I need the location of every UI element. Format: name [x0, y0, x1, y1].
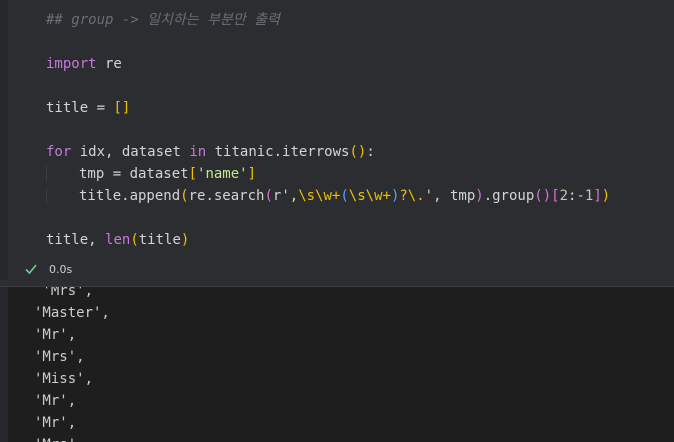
- code-token: (): [534, 188, 552, 204]
- code-token: import: [46, 56, 97, 72]
- code-token: 'name': [197, 166, 248, 182]
- code-token: in: [189, 144, 207, 160]
- code-token: []: [113, 100, 131, 116]
- code-token: idx, dataset: [71, 144, 190, 160]
- code-token: titanic.iterrows: [206, 144, 350, 160]
- code-token: \s\w+: [348, 188, 391, 204]
- code-token: re: [96, 56, 122, 72]
- code-token: 2: [559, 188, 569, 204]
- execution-time: 0.0s: [49, 262, 73, 276]
- code-line[interactable]: title = []: [46, 97, 610, 119]
- cell-gutter: [0, 0, 8, 280]
- code-token: ): [475, 188, 484, 204]
- code-line[interactable]: [46, 119, 610, 141]
- code-token: (: [264, 188, 273, 204]
- code-line[interactable]: title, len(title): [46, 229, 610, 251]
- code-token: -1: [576, 188, 594, 204]
- code-line[interactable]: import re: [46, 53, 610, 75]
- code-token: title.append: [79, 188, 181, 204]
- code-token: ## group -> 일치하는 부분만 출력: [46, 12, 280, 28]
- output-gutter: [0, 287, 8, 442]
- notebook-cell-view: ## group -> 일치하는 부분만 출력 import re title = …: [0, 0, 674, 442]
- cell-divider: [0, 280, 674, 287]
- code-token: :: [366, 144, 375, 160]
- code-token: (: [340, 188, 349, 204]
- code-token: (: [130, 232, 139, 248]
- execution-status: 0.0s: [24, 260, 72, 278]
- code-token: [: [551, 188, 560, 204]
- output-line: 'Mrs',: [34, 434, 110, 442]
- code-editor[interactable]: ## group -> 일치하는 부분만 출력 import re title = …: [46, 9, 611, 251]
- code-line[interactable]: for idx, dataset in titanic.iterrows():: [46, 141, 610, 163]
- output-line: 'Mrs',: [34, 287, 94, 299]
- code-token: ]: [247, 166, 257, 182]
- indent-guide: tmp = dataset['name']: [46, 166, 257, 182]
- code-token: ]: [593, 188, 602, 204]
- code-cell[interactable]: ## group -> 일치하는 부분만 출력 import re title = …: [0, 0, 674, 280]
- output-line: 'Master',: [34, 305, 110, 321]
- code-token: re.search: [188, 188, 265, 204]
- code-line[interactable]: ## group -> 일치하는 부분만 출력: [46, 9, 610, 31]
- code-token: len: [105, 232, 131, 248]
- code-token: title =: [46, 100, 114, 116]
- output-line: 'Miss',: [34, 371, 94, 387]
- code-token: (: [180, 188, 189, 204]
- code-token: tmp = dataset: [79, 166, 189, 182]
- code-line[interactable]: title.append(re.search(r',\s\w+(\s\w+)?\…: [46, 185, 611, 207]
- code-line[interactable]: tmp = dataset['name']: [46, 163, 610, 185]
- code-token: ): [601, 188, 611, 204]
- output-text: 'Mrs', 'Master', 'Mr', 'Mrs', 'Miss', 'Mr', 'M…: [34, 287, 110, 442]
- output-line: 'Mr',: [34, 327, 77, 343]
- code-token: title: [138, 232, 181, 248]
- code-line[interactable]: [46, 75, 610, 97]
- output-line: 'Mr',: [34, 415, 77, 431]
- code-token: ',: [281, 188, 299, 204]
- indent-guide: title.append(re.search(r',\s\w+(\s\w+)?\…: [46, 188, 611, 204]
- code-token: \s\w+: [298, 188, 341, 204]
- code-token: for: [46, 144, 72, 160]
- code-token: ': [424, 188, 434, 204]
- code-token: [: [188, 166, 198, 182]
- code-token: ): [180, 232, 190, 248]
- code-token: (): [349, 144, 367, 160]
- code-line[interactable]: [46, 207, 610, 229]
- code-token: title,: [46, 232, 106, 248]
- code-token: , tmp: [433, 188, 476, 204]
- code-line[interactable]: [46, 31, 610, 53]
- output-line: 'Mrs',: [34, 349, 85, 365]
- cell-output: 'Mrs', 'Master', 'Mr', 'Mrs', 'Miss', 'Mr', 'M…: [0, 287, 674, 442]
- check-icon: [25, 264, 37, 275]
- code-token: .group: [483, 188, 535, 204]
- code-token: ?\.: [399, 188, 425, 204]
- output-line: 'Mr',: [34, 393, 77, 409]
